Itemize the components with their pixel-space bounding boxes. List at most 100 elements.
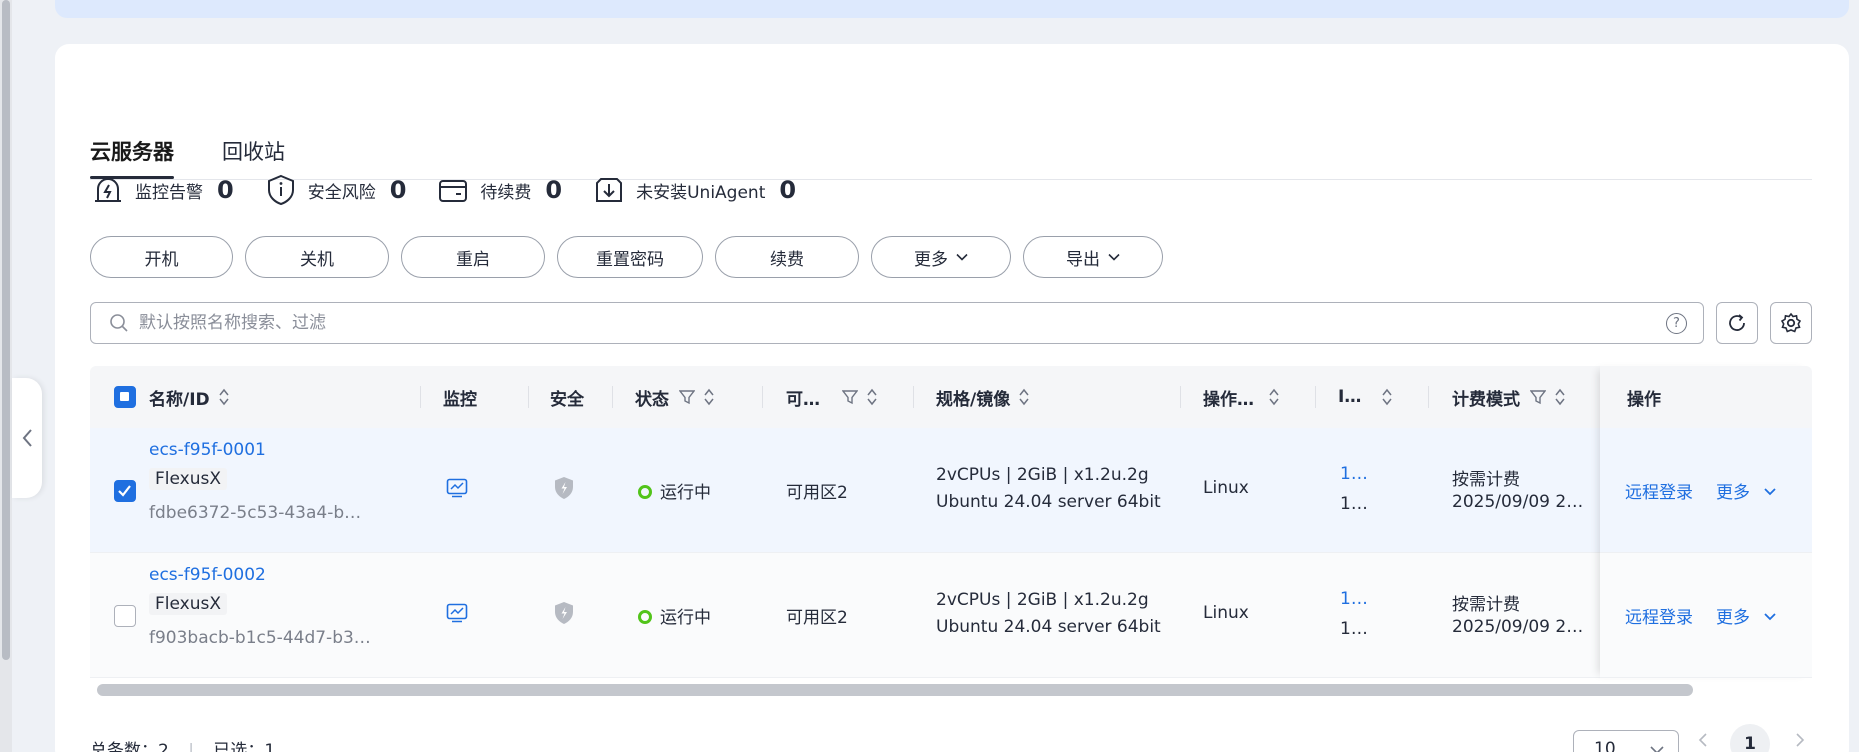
filter-icon[interactable] — [842, 389, 858, 405]
refresh-icon — [1729, 314, 1745, 331]
server-id: fdbe6372-5c53-43a4-b… — [149, 503, 362, 523]
table-header: 名称/ID 监控 安全 状态 可… 规格/镜像 操作… I… 计费模式 操作 — [90, 366, 1812, 428]
more-actions-button[interactable]: 更多 — [871, 236, 1011, 278]
ip-link[interactable]: 1… — [1340, 589, 1368, 609]
monitor-chart-icon[interactable] — [446, 603, 468, 628]
stat-label: 安全风险 — [307, 182, 376, 203]
header-ip-label: I… — [1338, 387, 1362, 407]
download-box-icon — [596, 178, 623, 202]
sort-icon[interactable] — [1554, 388, 1566, 406]
start-button[interactable]: 开机 — [90, 236, 233, 278]
search-bar: ? — [90, 302, 1704, 344]
server-id: f903bacb-b1c5-44d7-b3… — [149, 628, 371, 648]
status-running-icon — [638, 610, 652, 624]
help-icon[interactable]: ? — [1666, 313, 1687, 334]
server-name-link[interactable]: ecs-f95f-0002 — [149, 565, 266, 585]
security-shield-icon[interactable] — [553, 476, 575, 505]
page-scrollbar-thumb[interactable] — [2, 0, 10, 660]
prev-page-button[interactable] — [1698, 732, 1708, 752]
sort-icon[interactable] — [703, 388, 715, 406]
sort-icon[interactable] — [1268, 388, 1280, 406]
monitor-chart-icon[interactable] — [446, 478, 468, 503]
server-name-link[interactable]: ecs-f95f-0001 — [149, 440, 266, 460]
page-number-current[interactable]: 1 — [1730, 724, 1770, 752]
page-size-select[interactable]: 10 — [1573, 730, 1679, 752]
header-security: 安全 — [550, 389, 584, 410]
sidebar-collapse-button[interactable] — [12, 378, 42, 498]
spec-value: 2vCPUs | 2GiB | x1.2u.2g — [936, 465, 1149, 485]
renew-button[interactable]: 续费 — [715, 236, 859, 278]
stat-label: 监控告警 — [135, 182, 203, 203]
image-value: Ubuntu 24.04 server 64bit — [936, 492, 1161, 512]
os-value: Linux — [1203, 478, 1249, 498]
header-ip[interactable]: I… — [1338, 366, 1393, 428]
reset-password-button[interactable]: 重置密码 — [557, 236, 703, 278]
stat-count: 0 — [217, 176, 234, 204]
header-os[interactable]: 操作… — [1203, 366, 1280, 428]
selected-count: 已选：1 — [213, 741, 276, 752]
more-actions-label: 更多 — [914, 249, 948, 270]
info-banner — [55, 0, 1849, 18]
stat-uniagent-missing[interactable]: 未安装UniAgent 0 — [592, 173, 796, 207]
spec-value: 2vCPUs | 2GiB | x1.2u.2g — [936, 590, 1149, 610]
stat-monitor-alarm[interactable]: 监控告警 0 — [91, 173, 234, 207]
status-text: 运行中 — [660, 483, 711, 503]
stop-button[interactable]: 关机 — [245, 236, 389, 278]
header-spec[interactable]: 规格/镜像 — [936, 366, 1030, 428]
header-billing-label: 计费模式 — [1452, 389, 1520, 410]
next-page-button[interactable] — [1795, 732, 1805, 752]
header-status-label: 状态 — [635, 389, 669, 410]
chevron-right-icon — [1796, 733, 1805, 747]
sort-icon[interactable] — [1381, 388, 1393, 406]
stat-security-risk[interactable]: 安全风险 0 — [264, 173, 406, 207]
billing-date: 2025/09/09 2… — [1452, 617, 1584, 637]
stat-pending-renewal[interactable]: 待续费 0 — [436, 173, 562, 207]
status-text: 运行中 — [660, 608, 711, 628]
chevron-left-icon — [22, 429, 32, 447]
server-tag: FlexusX — [149, 593, 227, 615]
search-input[interactable] — [139, 313, 1539, 333]
page-scrollbar[interactable] — [0, 0, 12, 752]
sort-icon[interactable] — [218, 388, 230, 406]
header-monitor: 监控 — [443, 389, 477, 410]
server-list-card: 云服务器 回收站 监控告警 0 安全风险 0 待续费 0 未安装UniAgent… — [55, 44, 1849, 752]
header-az-label: 可… — [786, 389, 820, 410]
header-name[interactable]: 名称/ID — [149, 366, 230, 428]
settings-button[interactable] — [1770, 302, 1812, 344]
select-all-checkbox[interactable] — [114, 386, 136, 408]
billing-mode: 按需计费 — [1452, 470, 1520, 490]
stat-label: 未安装UniAgent — [636, 182, 766, 203]
status-running-icon — [638, 485, 652, 499]
tab-recycle-bin[interactable]: 回收站 — [222, 136, 285, 166]
row-checkbox[interactable] — [114, 605, 136, 627]
security-shield-icon[interactable] — [553, 601, 575, 630]
az-value: 可用区2 — [786, 483, 848, 503]
filter-icon[interactable] — [1530, 389, 1546, 405]
filter-icon[interactable] — [679, 389, 695, 405]
row-checkbox[interactable] — [114, 480, 136, 502]
ip-value: 1… — [1340, 494, 1368, 514]
export-button[interactable]: 导出 — [1023, 236, 1163, 278]
action-toolbar: 开机 关机 重启 重置密码 续费 更多 导出 — [90, 236, 1175, 278]
ip-link[interactable]: 1… — [1340, 464, 1368, 484]
check-icon — [118, 485, 131, 497]
refresh-button[interactable] — [1716, 302, 1758, 344]
header-az[interactable]: 可… — [786, 366, 878, 428]
stat-count: 0 — [779, 176, 797, 204]
sticky-ops-column-shadow — [1600, 366, 1812, 678]
table-row[interactable]: ecs-f95f-0002 FlexusX f903bacb-b1c5-44d7… — [90, 553, 1812, 678]
table-row[interactable]: ecs-f95f-0001 FlexusX fdbe6372-5c53-43a4… — [90, 428, 1812, 553]
alarm-icon — [95, 178, 121, 202]
tab-cloud-servers[interactable]: 云服务器 — [90, 136, 174, 179]
az-value: 可用区2 — [786, 608, 848, 628]
wallet-icon — [439, 180, 468, 202]
image-value: Ubuntu 24.04 server 64bit — [936, 617, 1161, 637]
chevron-down-icon — [1650, 746, 1664, 752]
sort-icon[interactable] — [866, 388, 878, 406]
restart-button[interactable]: 重启 — [401, 236, 545, 278]
sort-icon[interactable] — [1018, 388, 1030, 406]
header-billing[interactable]: 计费模式 — [1452, 366, 1566, 428]
table-horizontal-scrollbar[interactable] — [97, 684, 1693, 696]
chevron-left-icon — [1698, 733, 1707, 747]
header-status[interactable]: 状态 — [635, 366, 715, 428]
